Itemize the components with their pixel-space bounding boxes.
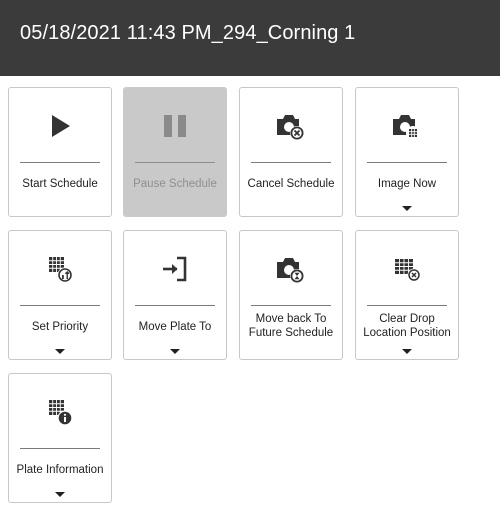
tile-divider xyxy=(20,305,100,306)
tile-label: Cancel Schedule xyxy=(247,178,335,190)
chevron-down-icon[interactable] xyxy=(402,349,412,354)
tile-label: Start Schedule xyxy=(22,178,98,190)
clear-drop-location-position-button[interactable]: Clear Drop Location Position xyxy=(355,230,459,360)
image-now-button[interactable]: Image Now xyxy=(355,87,459,217)
plate-information-button[interactable]: Plate Information xyxy=(8,373,112,503)
pause-schedule-button[interactable]: Pause Schedule xyxy=(123,87,227,217)
tile-divider xyxy=(367,305,447,306)
chevron-down-icon[interactable] xyxy=(55,492,65,497)
tile-label: Move back To Future Schedule xyxy=(248,313,334,339)
chevron-down-icon[interactable] xyxy=(402,206,412,211)
camera-grid-icon xyxy=(393,115,420,140)
cancel-schedule-button[interactable]: Cancel Schedule xyxy=(239,87,343,217)
grid-info-icon xyxy=(49,400,73,426)
tile-divider xyxy=(20,448,100,449)
set-priority-button[interactable]: Set Priority xyxy=(8,230,112,360)
tile-divider xyxy=(20,162,100,163)
camera-cancel-icon xyxy=(277,115,304,140)
camera-hourglass-icon xyxy=(277,258,304,283)
tile-label: Set Priority xyxy=(31,321,89,333)
grid-clear-icon xyxy=(395,259,421,282)
tile-divider xyxy=(135,162,215,163)
grid-priority-icon xyxy=(49,257,73,283)
chevron-down-icon[interactable] xyxy=(55,349,65,354)
tile-divider xyxy=(251,162,331,163)
tile-divider xyxy=(135,305,215,306)
header-bar: 05/18/2021 11:43 PM_294_Corning 1 xyxy=(0,0,500,76)
tile-label: Move Plate To xyxy=(138,321,212,333)
tile-label: Pause Schedule xyxy=(133,178,217,190)
page-title: 05/18/2021 11:43 PM_294_Corning 1 xyxy=(20,22,356,44)
play-icon xyxy=(52,115,70,137)
tile-divider xyxy=(367,162,447,163)
chevron-down-icon[interactable] xyxy=(170,349,180,354)
move-back-to-future-schedule-button[interactable]: Move back To Future Schedule xyxy=(239,230,343,360)
tile-label: Clear Drop Location Position xyxy=(363,313,451,339)
tile-divider xyxy=(251,305,331,306)
move-to-icon xyxy=(163,256,187,282)
tile-label: Image Now xyxy=(377,178,437,190)
pause-icon xyxy=(164,115,186,137)
start-schedule-button[interactable]: Start Schedule xyxy=(8,87,112,217)
tile-label: Plate Information xyxy=(16,464,104,476)
move-plate-to-button[interactable]: Move Plate To xyxy=(123,230,227,360)
